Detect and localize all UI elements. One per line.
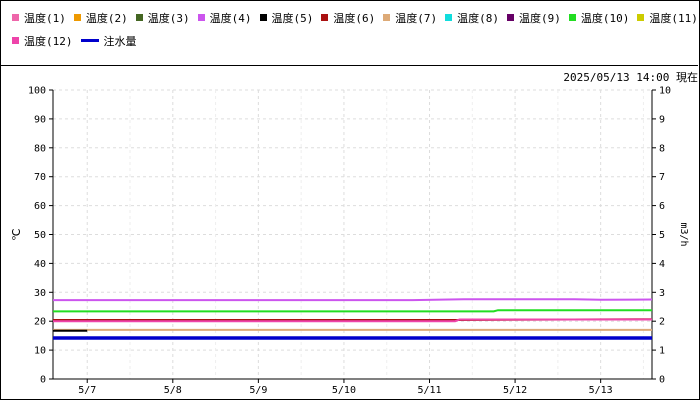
- y-tick-label-right: 9: [659, 114, 665, 125]
- y-tick-label-left: 80: [34, 143, 46, 154]
- y-tick-label-right: 3: [659, 288, 665, 299]
- x-tick-label: 5/11: [417, 385, 441, 396]
- y-tick-label-right: 0: [659, 375, 665, 386]
- series-line: [53, 309, 652, 313]
- y-tick-label-left: 30: [34, 288, 46, 299]
- x-tick-label: 5/12: [503, 385, 527, 396]
- y-tick-label-right: 7: [659, 172, 665, 183]
- y-tick-label-left: 50: [34, 230, 46, 241]
- y-tick-label-left: 20: [34, 317, 46, 328]
- x-tick-label: 5/9: [249, 385, 267, 396]
- series-line: [53, 298, 653, 302]
- y-axis-label-right: m3/h: [678, 222, 689, 246]
- x-tick-label: 5/8: [164, 385, 182, 396]
- y-tick-label-left: 90: [34, 114, 46, 125]
- y-tick-label-left: 0: [40, 375, 46, 386]
- y-tick-label-right: 4: [659, 259, 665, 270]
- y-tick-label-right: 6: [659, 201, 665, 212]
- y-tick-label-right: 2: [659, 317, 665, 328]
- y-tick-label-right: 10: [659, 86, 671, 97]
- y-tick-label-left: 100: [28, 86, 46, 97]
- y-tick-label-left: 10: [34, 346, 46, 357]
- y-tick-label-left: 60: [34, 201, 46, 212]
- y-tick-label-right: 1: [659, 346, 665, 357]
- line-chart: 0 0 10 1 20 2 30 3 40 4 50 5 60 6 70 7 80 8 90 9 100 10 5/7 5/8…: [10, 86, 689, 397]
- y-tick-label-left: 40: [34, 259, 46, 270]
- y-tick-label-right: 5: [659, 230, 665, 241]
- y-tick-label-right: 8: [659, 143, 665, 154]
- y-axis-label-left: ℃: [10, 228, 23, 240]
- x-tick-label: 5/7: [78, 385, 96, 396]
- y-tick-label-left: 70: [34, 172, 46, 183]
- x-tick-label: 5/10: [332, 385, 356, 396]
- x-tick-label: 5/13: [589, 385, 613, 396]
